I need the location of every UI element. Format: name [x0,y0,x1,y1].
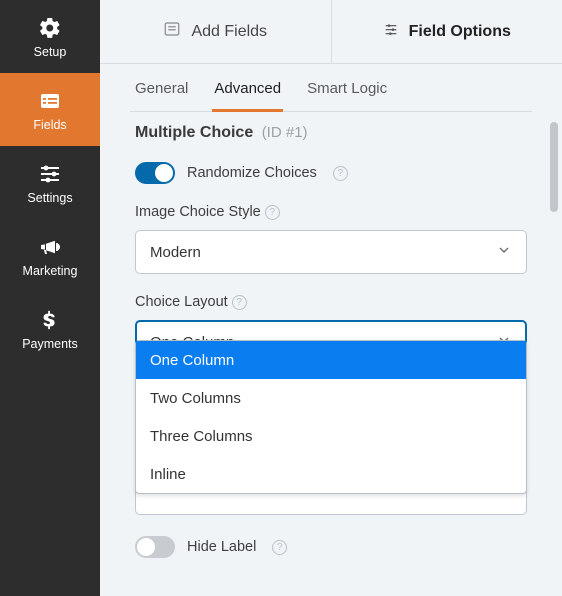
field-id: (ID #1) [262,124,308,141]
sidebar-item-settings[interactable]: Settings [0,146,100,219]
sidebar-item-payments[interactable]: Payments [0,292,100,365]
scrollbar[interactable] [550,122,558,212]
choice-layout-dropdown: One Column Two Columns Three Columns Inl… [135,340,527,494]
gear-icon [37,15,63,41]
sidebar-item-label: Payments [22,337,78,351]
tab-add-fields[interactable]: Add Fields [100,0,331,63]
sidebar-item-label: Fields [33,118,66,132]
tab-field-options[interactable]: Field Options [332,0,562,63]
sidebar-item-label: Settings [27,191,72,205]
tab-label: Field Options [409,23,511,41]
image-choice-row: Image Choice Style ? Modern [130,194,532,284]
sliders-icon [383,21,399,42]
help-icon[interactable]: ? [333,166,348,181]
form-icon [37,88,63,114]
sub-tab-smart-logic[interactable]: Smart Logic [307,80,387,111]
option-two-columns[interactable]: Two Columns [136,379,526,417]
select-value: Modern [150,244,201,261]
hide-label-toggle[interactable] [135,536,175,558]
option-three-columns[interactable]: Three Columns [136,417,526,455]
sliders-icon [37,161,63,187]
sidebar-item-setup[interactable]: Setup [0,0,100,73]
image-choice-select[interactable]: Modern [135,230,527,274]
randomize-label: Randomize Choices [187,165,317,181]
sidebar-item-label: Setup [34,45,67,59]
sub-tabs: General Advanced Smart Logic [130,64,532,112]
top-tabs: Add Fields Field Options [100,0,562,64]
help-icon[interactable]: ? [265,205,280,220]
hide-label-text: Hide Label [187,539,256,555]
hide-label-row: Hide Label ? [135,536,527,558]
sidebar-item-label: Marketing [23,264,78,278]
content-area: General Advanced Smart Logic Multiple Ch… [100,64,562,596]
sidebar: Setup Fields Settings Marketing Payments [0,0,100,596]
bullhorn-icon [37,234,63,260]
choice-layout-label: Choice Layout [135,294,228,310]
randomize-row: Randomize Choices ? [130,152,532,194]
option-inline[interactable]: Inline [136,455,526,493]
sidebar-item-fields[interactable]: Fields [0,73,100,146]
dollar-icon [37,307,63,333]
option-one-column[interactable]: One Column [136,341,526,379]
sub-tab-advanced[interactable]: Advanced [214,80,281,111]
help-icon[interactable]: ? [272,540,287,555]
sub-tab-general[interactable]: General [135,80,188,111]
help-icon[interactable]: ? [232,295,247,310]
form-list-icon [163,20,181,43]
tab-label: Add Fields [191,23,267,41]
sidebar-item-marketing[interactable]: Marketing [0,219,100,292]
field-type-title: Multiple Choice [135,124,253,141]
image-choice-label: Image Choice Style [135,204,261,220]
chevron-down-icon [496,242,512,263]
section-heading: Multiple Choice (ID #1) [130,112,532,152]
randomize-toggle[interactable] [135,162,175,184]
main-panel: Add Fields Field Options General Advance… [100,0,562,596]
